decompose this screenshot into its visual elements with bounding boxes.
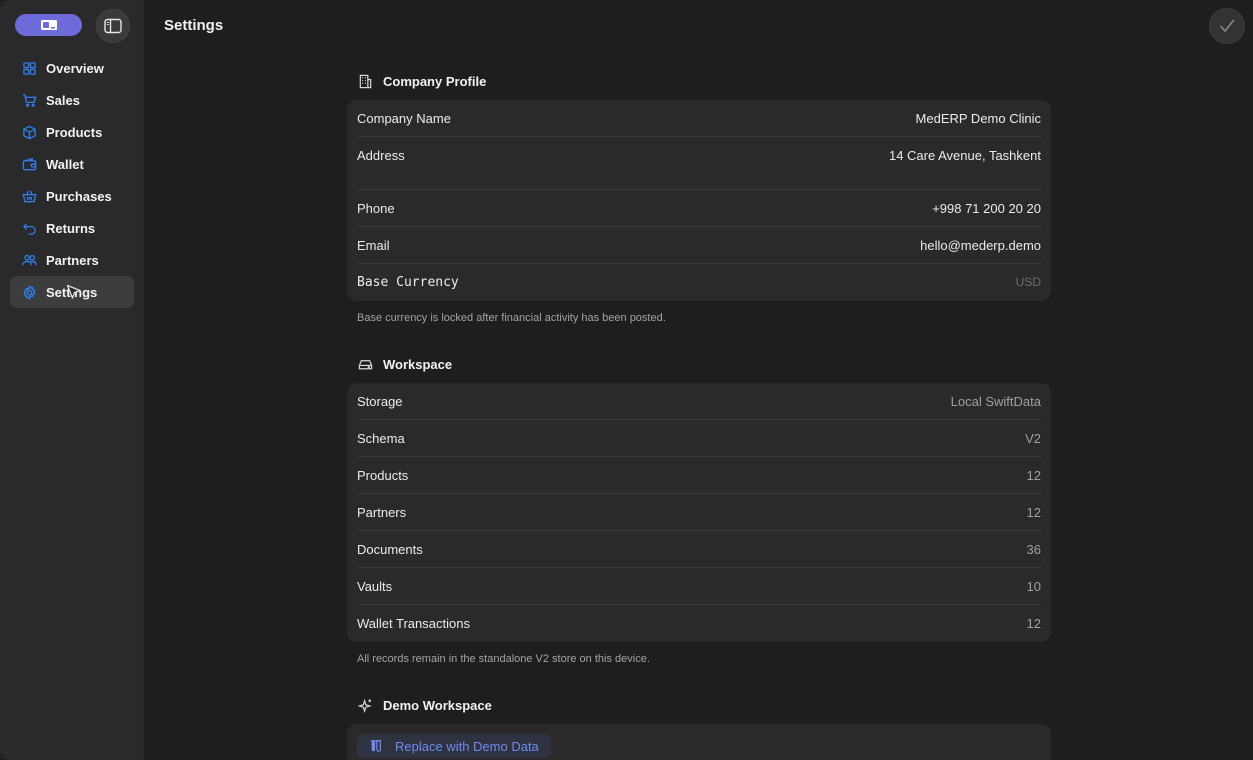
company-name-value[interactable]: MedERP Demo Clinic bbox=[916, 111, 1041, 126]
row-label: Base Currency bbox=[357, 275, 459, 290]
row-label: Products bbox=[357, 468, 409, 483]
row-label: Documents bbox=[357, 542, 423, 557]
documents-count-row: Documents 36 bbox=[357, 531, 1041, 568]
drive-icon bbox=[357, 356, 373, 372]
grid-icon bbox=[21, 60, 37, 76]
sidebar: Overview Sales Products Wallet Purchases… bbox=[0, 0, 144, 760]
test-tubes-icon bbox=[370, 740, 382, 752]
box-icon bbox=[21, 124, 37, 140]
done-button[interactable] bbox=[1209, 8, 1245, 44]
section-header: Company Profile bbox=[347, 68, 1051, 94]
checkmark-icon bbox=[1220, 19, 1235, 32]
section-header: Workspace bbox=[347, 351, 1051, 377]
section-footnote: Base currency is locked after financial … bbox=[357, 312, 666, 324]
address-row[interactable]: Address 14 Care Avenue, Tashkent bbox=[357, 137, 1041, 190]
row-label: Partners bbox=[357, 505, 407, 520]
profile-button[interactable] bbox=[15, 14, 82, 36]
base-currency-value: USD bbox=[1015, 275, 1041, 289]
section-title: Demo Workspace bbox=[383, 697, 492, 713]
row-label: Address bbox=[357, 148, 405, 163]
demo-workspace-section: Demo Workspace Replace with Demo Data bbox=[347, 692, 1051, 760]
row-value: 10 bbox=[1026, 579, 1041, 594]
button-label: Replace with Demo Data bbox=[395, 738, 539, 754]
return-arrow-icon bbox=[21, 220, 37, 236]
sidebar-item-label: Returns bbox=[46, 220, 96, 236]
basket-icon bbox=[21, 188, 37, 204]
row-label: Phone bbox=[357, 201, 395, 216]
sidebar-icon bbox=[104, 18, 122, 34]
wallet-icon bbox=[21, 156, 37, 172]
sidebar-item-label: Products bbox=[46, 124, 103, 140]
section-title: Company Profile bbox=[383, 73, 487, 89]
sparkles-icon bbox=[357, 697, 373, 713]
sidebar-nav: Overview Sales Products Wallet Purchases… bbox=[10, 52, 134, 308]
mouse-cursor-icon bbox=[66, 284, 81, 299]
email-row[interactable]: Email hello@mederp.demo bbox=[357, 227, 1041, 264]
row-label: Company Name bbox=[357, 111, 451, 126]
phone-value[interactable]: +998 71 200 20 20 bbox=[932, 201, 1041, 216]
page-title: Settings bbox=[164, 17, 224, 34]
partners-count-row: Partners 12 bbox=[357, 494, 1041, 531]
sidebar-item-label: Partners bbox=[46, 252, 99, 268]
address-value[interactable]: 14 Care Avenue, Tashkent bbox=[889, 148, 1041, 163]
email-value[interactable]: hello@mederp.demo bbox=[920, 238, 1041, 253]
sidebar-item-purchases[interactable]: Purchases bbox=[10, 180, 134, 212]
sidebar-item-sales[interactable]: Sales bbox=[10, 84, 134, 116]
app-window: Overview Sales Products Wallet Purchases… bbox=[0, 0, 1253, 760]
settings-content: Company Profile Company Name MedERP Demo… bbox=[347, 68, 1051, 760]
row-label: Vaults bbox=[357, 579, 393, 594]
demo-workspace-card: Replace with Demo Data bbox=[347, 724, 1051, 760]
company-name-row[interactable]: Company Name MedERP Demo Clinic bbox=[357, 100, 1041, 137]
workspace-card: Storage Local SwiftData Schema V2 Produc… bbox=[347, 383, 1051, 642]
schema-row: Schema V2 bbox=[357, 420, 1041, 457]
gear-icon bbox=[21, 284, 37, 300]
vaults-count-row: Vaults 10 bbox=[357, 568, 1041, 605]
section-header: Demo Workspace bbox=[347, 692, 1051, 718]
sidebar-item-partners[interactable]: Partners bbox=[10, 244, 134, 276]
row-value: 12 bbox=[1026, 468, 1041, 483]
people-icon bbox=[21, 252, 37, 268]
id-card-icon bbox=[40, 20, 57, 30]
sidebar-item-label: Wallet bbox=[46, 156, 84, 172]
sidebar-item-wallet[interactable]: Wallet bbox=[10, 148, 134, 180]
row-label: Email bbox=[357, 238, 390, 253]
row-label: Wallet Transactions bbox=[357, 616, 470, 631]
sidebar-item-returns[interactable]: Returns bbox=[10, 212, 134, 244]
products-count-row: Products 12 bbox=[357, 457, 1041, 494]
row-value: 12 bbox=[1026, 616, 1041, 631]
row-label: Storage bbox=[357, 394, 403, 409]
section-title: Workspace bbox=[383, 356, 453, 372]
row-label: Schema bbox=[357, 431, 405, 446]
storage-row: Storage Local SwiftData bbox=[357, 383, 1041, 420]
base-currency-row: Base Currency USD bbox=[357, 264, 1041, 301]
company-profile-section: Company Profile Company Name MedERP Demo… bbox=[347, 68, 1051, 324]
sidebar-item-products[interactable]: Products bbox=[10, 116, 134, 148]
row-value: 36 bbox=[1026, 542, 1041, 557]
sidebar-item-label: Overview bbox=[46, 60, 104, 76]
row-value: 12 bbox=[1026, 505, 1041, 520]
cart-icon bbox=[21, 92, 37, 108]
company-profile-card: Company Name MedERP Demo Clinic Address … bbox=[347, 100, 1051, 301]
section-footnote: All records remain in the standalone V2 … bbox=[357, 653, 650, 665]
replace-with-demo-data-button[interactable]: Replace with Demo Data bbox=[357, 734, 551, 758]
phone-row[interactable]: Phone +998 71 200 20 20 bbox=[357, 190, 1041, 227]
sidebar-toggle-button[interactable] bbox=[96, 9, 130, 43]
row-value: Local SwiftData bbox=[950, 394, 1041, 409]
wallet-transactions-count-row: Wallet Transactions 12 bbox=[357, 605, 1041, 642]
building-icon bbox=[357, 73, 373, 89]
sidebar-item-label: Purchases bbox=[46, 188, 112, 204]
workspace-section: Workspace Storage Local SwiftData Schema… bbox=[347, 351, 1051, 665]
sidebar-item-overview[interactable]: Overview bbox=[10, 52, 134, 84]
row-value: V2 bbox=[1025, 431, 1041, 446]
sidebar-item-label: Sales bbox=[46, 92, 80, 108]
